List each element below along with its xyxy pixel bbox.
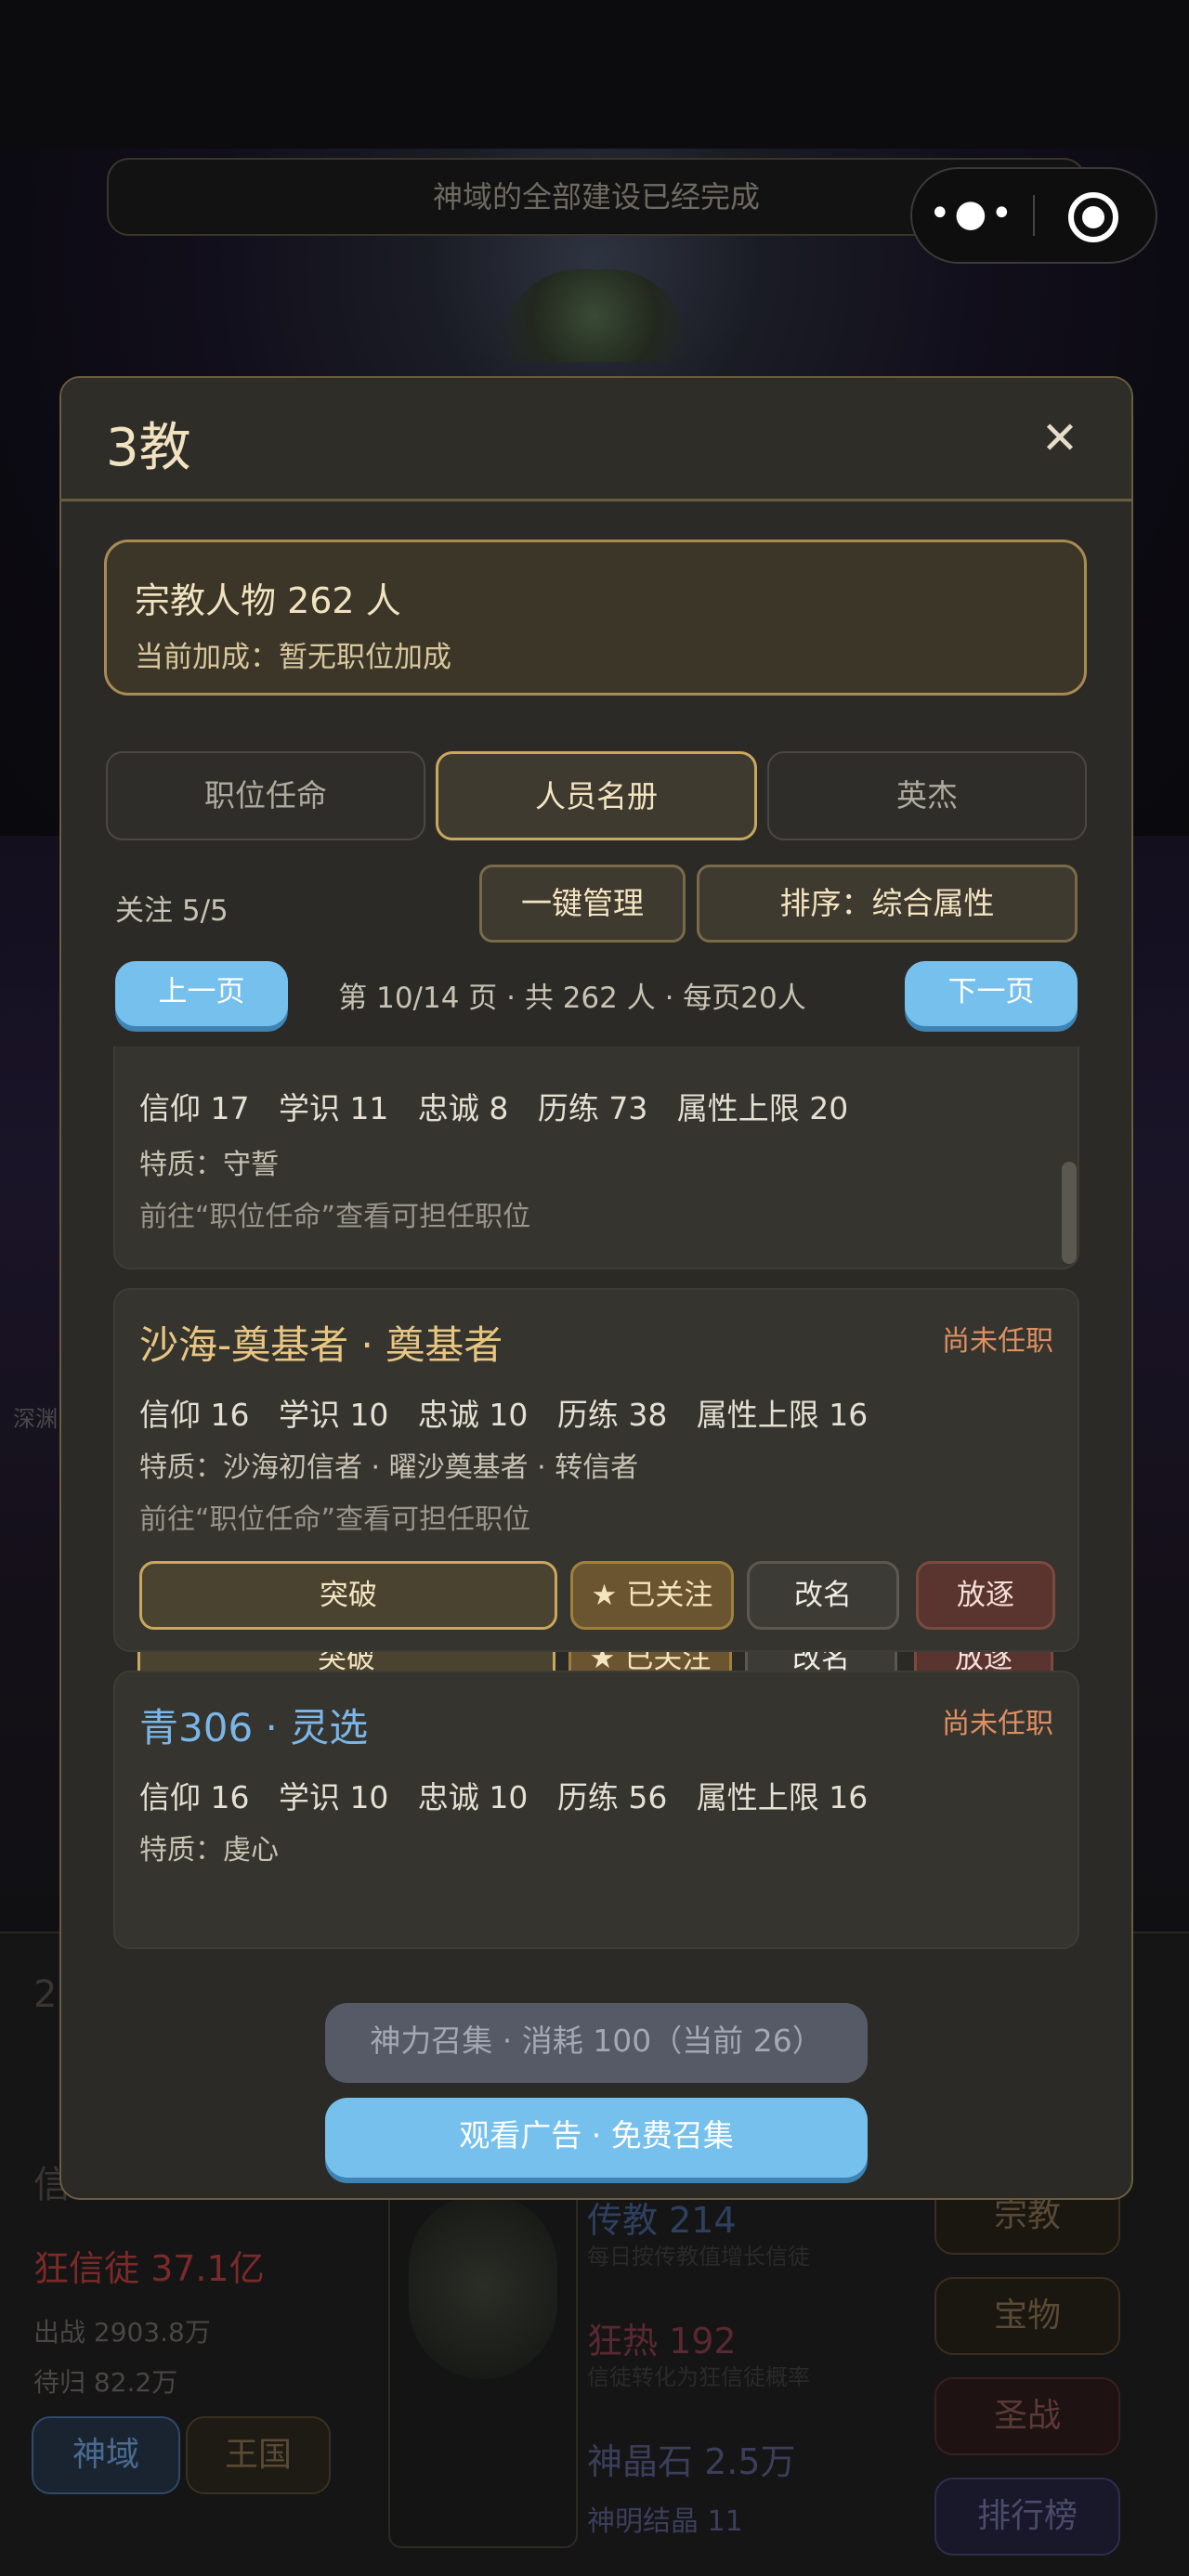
modal-header: 3教 ✕ [61, 378, 1131, 501]
capsule-divider [1033, 195, 1035, 236]
member-trait: 特质：沙海初信者 · 曜沙奠基者 · 转信者 [139, 1451, 639, 1484]
member-stats: 信仰 17 学识 11 忠诚 8 历练 73 属性上限 20 [139, 1090, 849, 1126]
mini-program-capsule[interactable]: •●• [910, 167, 1157, 264]
follow-count: 关注 5/5 [115, 894, 229, 928]
next-page-button[interactable]: 下一页 [905, 961, 1078, 1026]
zeal-stat: 狂热 192 [587, 2321, 737, 2361]
member-stats: 信仰 16 学识 10 忠诚 10 历练 38 属性上限 16 [139, 1397, 869, 1433]
tab-roster[interactable]: 人员名册 [436, 751, 757, 840]
member-hint: 前往“职位任命”查看可担任职位 [139, 1201, 531, 1233]
tab-appointment[interactable]: 职位任命 [106, 751, 425, 840]
member-stats: 信仰 16 学识 10 忠诚 10 历练 56 属性上限 16 [139, 1779, 869, 1815]
divine-crystal-stat: 神明结晶 11 [587, 2505, 743, 2538]
more-icon[interactable]: •●• [912, 169, 1033, 262]
god-crystal-stat: 神晶石 2.5万 [587, 2441, 796, 2482]
member-status: 尚未任职 [942, 1325, 1053, 1358]
divine-summon-button[interactable]: 神力召集 · 消耗 100（当前 26） [325, 2003, 868, 2083]
member-card: 沙海-奠基者 · 奠基者 尚未任职 信仰 16 学识 10 忠诚 10 历练 3… [113, 1288, 1079, 1652]
sort-button[interactable]: 排序：综合属性 [697, 865, 1078, 943]
member-hint: 前往“职位任命”查看可担任职位 [139, 1503, 531, 1536]
member-trait: 特质：守誓 [139, 1149, 279, 1181]
close-miniprogram-icon[interactable] [1068, 192, 1118, 242]
side-label: 深渊 [13, 1406, 58, 1432]
tree-portrait-frame [388, 2154, 578, 2548]
rename-button[interactable]: 改名 [747, 1561, 899, 1630]
zeal-desc: 信徒转化为狂信徒概率 [587, 2364, 810, 2390]
holy-war-button[interactable]: 圣战 [934, 2377, 1120, 2455]
modal-title: 3教 [106, 418, 191, 478]
tab-heroes[interactable]: 英杰 [767, 751, 1087, 840]
list-scrollbar[interactable] [1062, 1054, 1077, 1945]
breakthrough-button[interactable]: 突破 [139, 1561, 557, 1630]
member-status: 尚未任职 [942, 1708, 1053, 1740]
summary-box: 宗教人物 262 人 当前加成：暂无职位加成 [104, 540, 1087, 696]
page-info: 第 10/14 页 · 共 262 人 · 每页20人 [338, 982, 806, 1015]
tab-divine-realm[interactable]: 神域 [32, 2416, 180, 2494]
preach-desc: 每日按传教值增长信徒 [587, 2244, 810, 2270]
religion-modal: 3教 ✕ 宗教人物 262 人 当前加成：暂无职位加成 职位任命 人员名册 英杰… [59, 376, 1133, 2200]
left-number: 2 [33, 1973, 58, 2016]
scrollbar-thumb[interactable] [1062, 1162, 1077, 1264]
tab-kingdom[interactable]: 王国 [186, 2416, 331, 2494]
deployed-count: 出战 2903.8万 [33, 2317, 211, 2348]
followed-button[interactable]: ★ 已关注 [570, 1561, 734, 1630]
prev-page-button[interactable]: 上一页 [115, 961, 288, 1026]
close-icon[interactable]: ✕ [1037, 415, 1083, 462]
fanatic-count: 狂信徒 37.1亿 [33, 2248, 265, 2289]
ad-summon-button[interactable]: 观看广告 · 免费召集 [325, 2098, 868, 2178]
tree-portrait [409, 2193, 557, 2379]
treasure-button[interactable]: 宝物 [934, 2277, 1120, 2355]
member-card: 青306 · 灵选 尚未任职 信仰 16 学识 10 忠诚 10 历练 56 属… [113, 1671, 1079, 1949]
current-bonus: 当前加成：暂无职位加成 [135, 641, 451, 674]
returning-count: 待归 82.2万 [33, 2367, 178, 2398]
leaderboard-button[interactable]: 排行榜 [934, 2478, 1120, 2556]
member-name: 沙海-奠基者 · 奠基者 [139, 1322, 503, 1368]
member-name: 青306 · 灵选 [139, 1705, 369, 1750]
member-count: 宗教人物 262 人 [135, 580, 401, 621]
manage-all-button[interactable]: 一键管理 [479, 865, 686, 943]
member-card: 信仰 17 学识 11 忠诚 8 历练 73 属性上限 20 特质：守誓 前往“… [113, 1047, 1079, 1269]
member-trait: 特质：虔心 [139, 1834, 279, 1867]
exile-button[interactable]: 放逐 [916, 1561, 1055, 1630]
